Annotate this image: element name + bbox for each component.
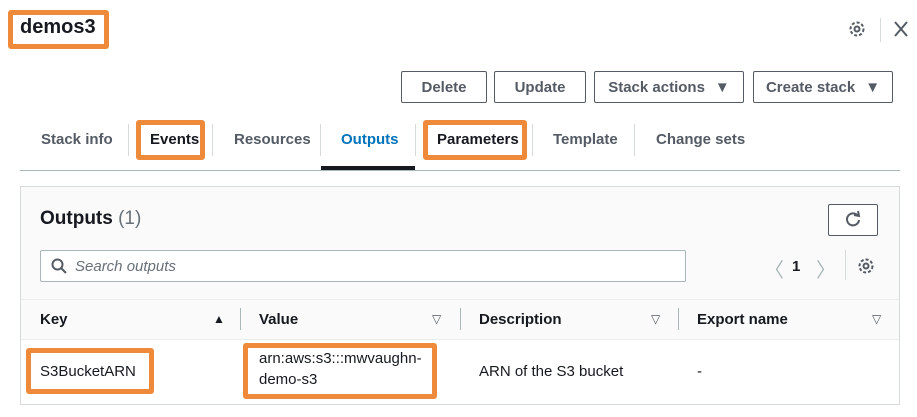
refresh-button[interactable] <box>828 204 878 236</box>
update-button[interactable]: Update <box>494 71 586 103</box>
search-placeholder: Search outputs <box>75 257 176 275</box>
column-header-value[interactable]: Value <box>259 311 298 328</box>
tab-divider <box>532 124 533 156</box>
gear-icon[interactable] <box>848 20 866 43</box>
create-stack-label: Create stack <box>765 78 856 96</box>
tabs-baseline <box>20 170 900 171</box>
delete-label: Delete <box>421 78 467 96</box>
close-icon[interactable] <box>893 20 909 43</box>
cell-value-line1: arn:aws:s3:::mwvaughn- <box>259 350 422 367</box>
refresh-icon <box>846 210 861 226</box>
tab-divider <box>415 124 416 156</box>
outputs-title: Outputs <box>40 208 113 229</box>
cell-export-name: - <box>697 363 702 380</box>
stack-actions-button[interactable]: Stack actions ▼ <box>594 71 744 103</box>
tab-parameters[interactable]: Parameters <box>437 131 519 148</box>
cell-description: ARN of the S3 bucket <box>479 363 624 380</box>
caret-down-icon: ▼ <box>865 78 881 96</box>
tab-divider <box>320 124 321 156</box>
table-settings-gear-icon[interactable] <box>857 257 875 280</box>
update-label: Update <box>514 78 566 96</box>
column-header-key[interactable]: Key <box>40 311 68 328</box>
sort-icon[interactable]: ▽ <box>432 312 441 326</box>
tab-stack-info[interactable]: Stack info <box>41 131 113 148</box>
outputs-count: (1) <box>118 208 142 229</box>
tab-change-sets[interactable]: Change sets <box>656 131 745 148</box>
delete-button[interactable]: Delete <box>401 71 487 103</box>
sort-icon[interactable]: ▽ <box>872 312 881 326</box>
create-stack-button[interactable]: Create stack ▼ <box>753 71 893 103</box>
sort-ascending-icon[interactable]: ▲ <box>213 312 225 326</box>
cell-value-line2: demo-s3 <box>259 371 318 388</box>
column-header-description[interactable]: Description <box>479 311 562 328</box>
outputs-heading: Outputs (1) <box>40 208 141 230</box>
tab-divider <box>634 124 635 156</box>
cell-key: S3BucketARN <box>40 363 136 380</box>
column-header-export-name[interactable]: Export name <box>697 311 788 328</box>
divider <box>21 299 899 300</box>
next-page-icon[interactable]: 〉 <box>816 254 836 283</box>
divider <box>880 18 881 42</box>
column-divider[interactable] <box>678 308 679 330</box>
column-divider[interactable] <box>460 308 461 330</box>
page-title: demos3 <box>20 16 96 38</box>
caret-down-icon: ▼ <box>714 78 730 96</box>
tab-events[interactable]: Events <box>150 131 199 148</box>
tab-outputs[interactable]: Outputs <box>341 131 399 148</box>
tab-divider <box>212 124 213 156</box>
tab-divider <box>128 124 129 156</box>
prev-page-icon[interactable]: 〈 <box>764 254 784 283</box>
search-icon <box>51 258 67 274</box>
tab-template[interactable]: Template <box>553 131 618 148</box>
divider <box>845 250 846 280</box>
stack-actions-label: Stack actions <box>608 78 705 96</box>
tab-resources[interactable]: Resources <box>234 131 311 148</box>
column-divider[interactable] <box>240 308 241 330</box>
page-number[interactable]: 1 <box>792 258 800 275</box>
sort-icon[interactable]: ▽ <box>651 312 660 326</box>
search-input[interactable]: Search outputs <box>40 250 686 282</box>
